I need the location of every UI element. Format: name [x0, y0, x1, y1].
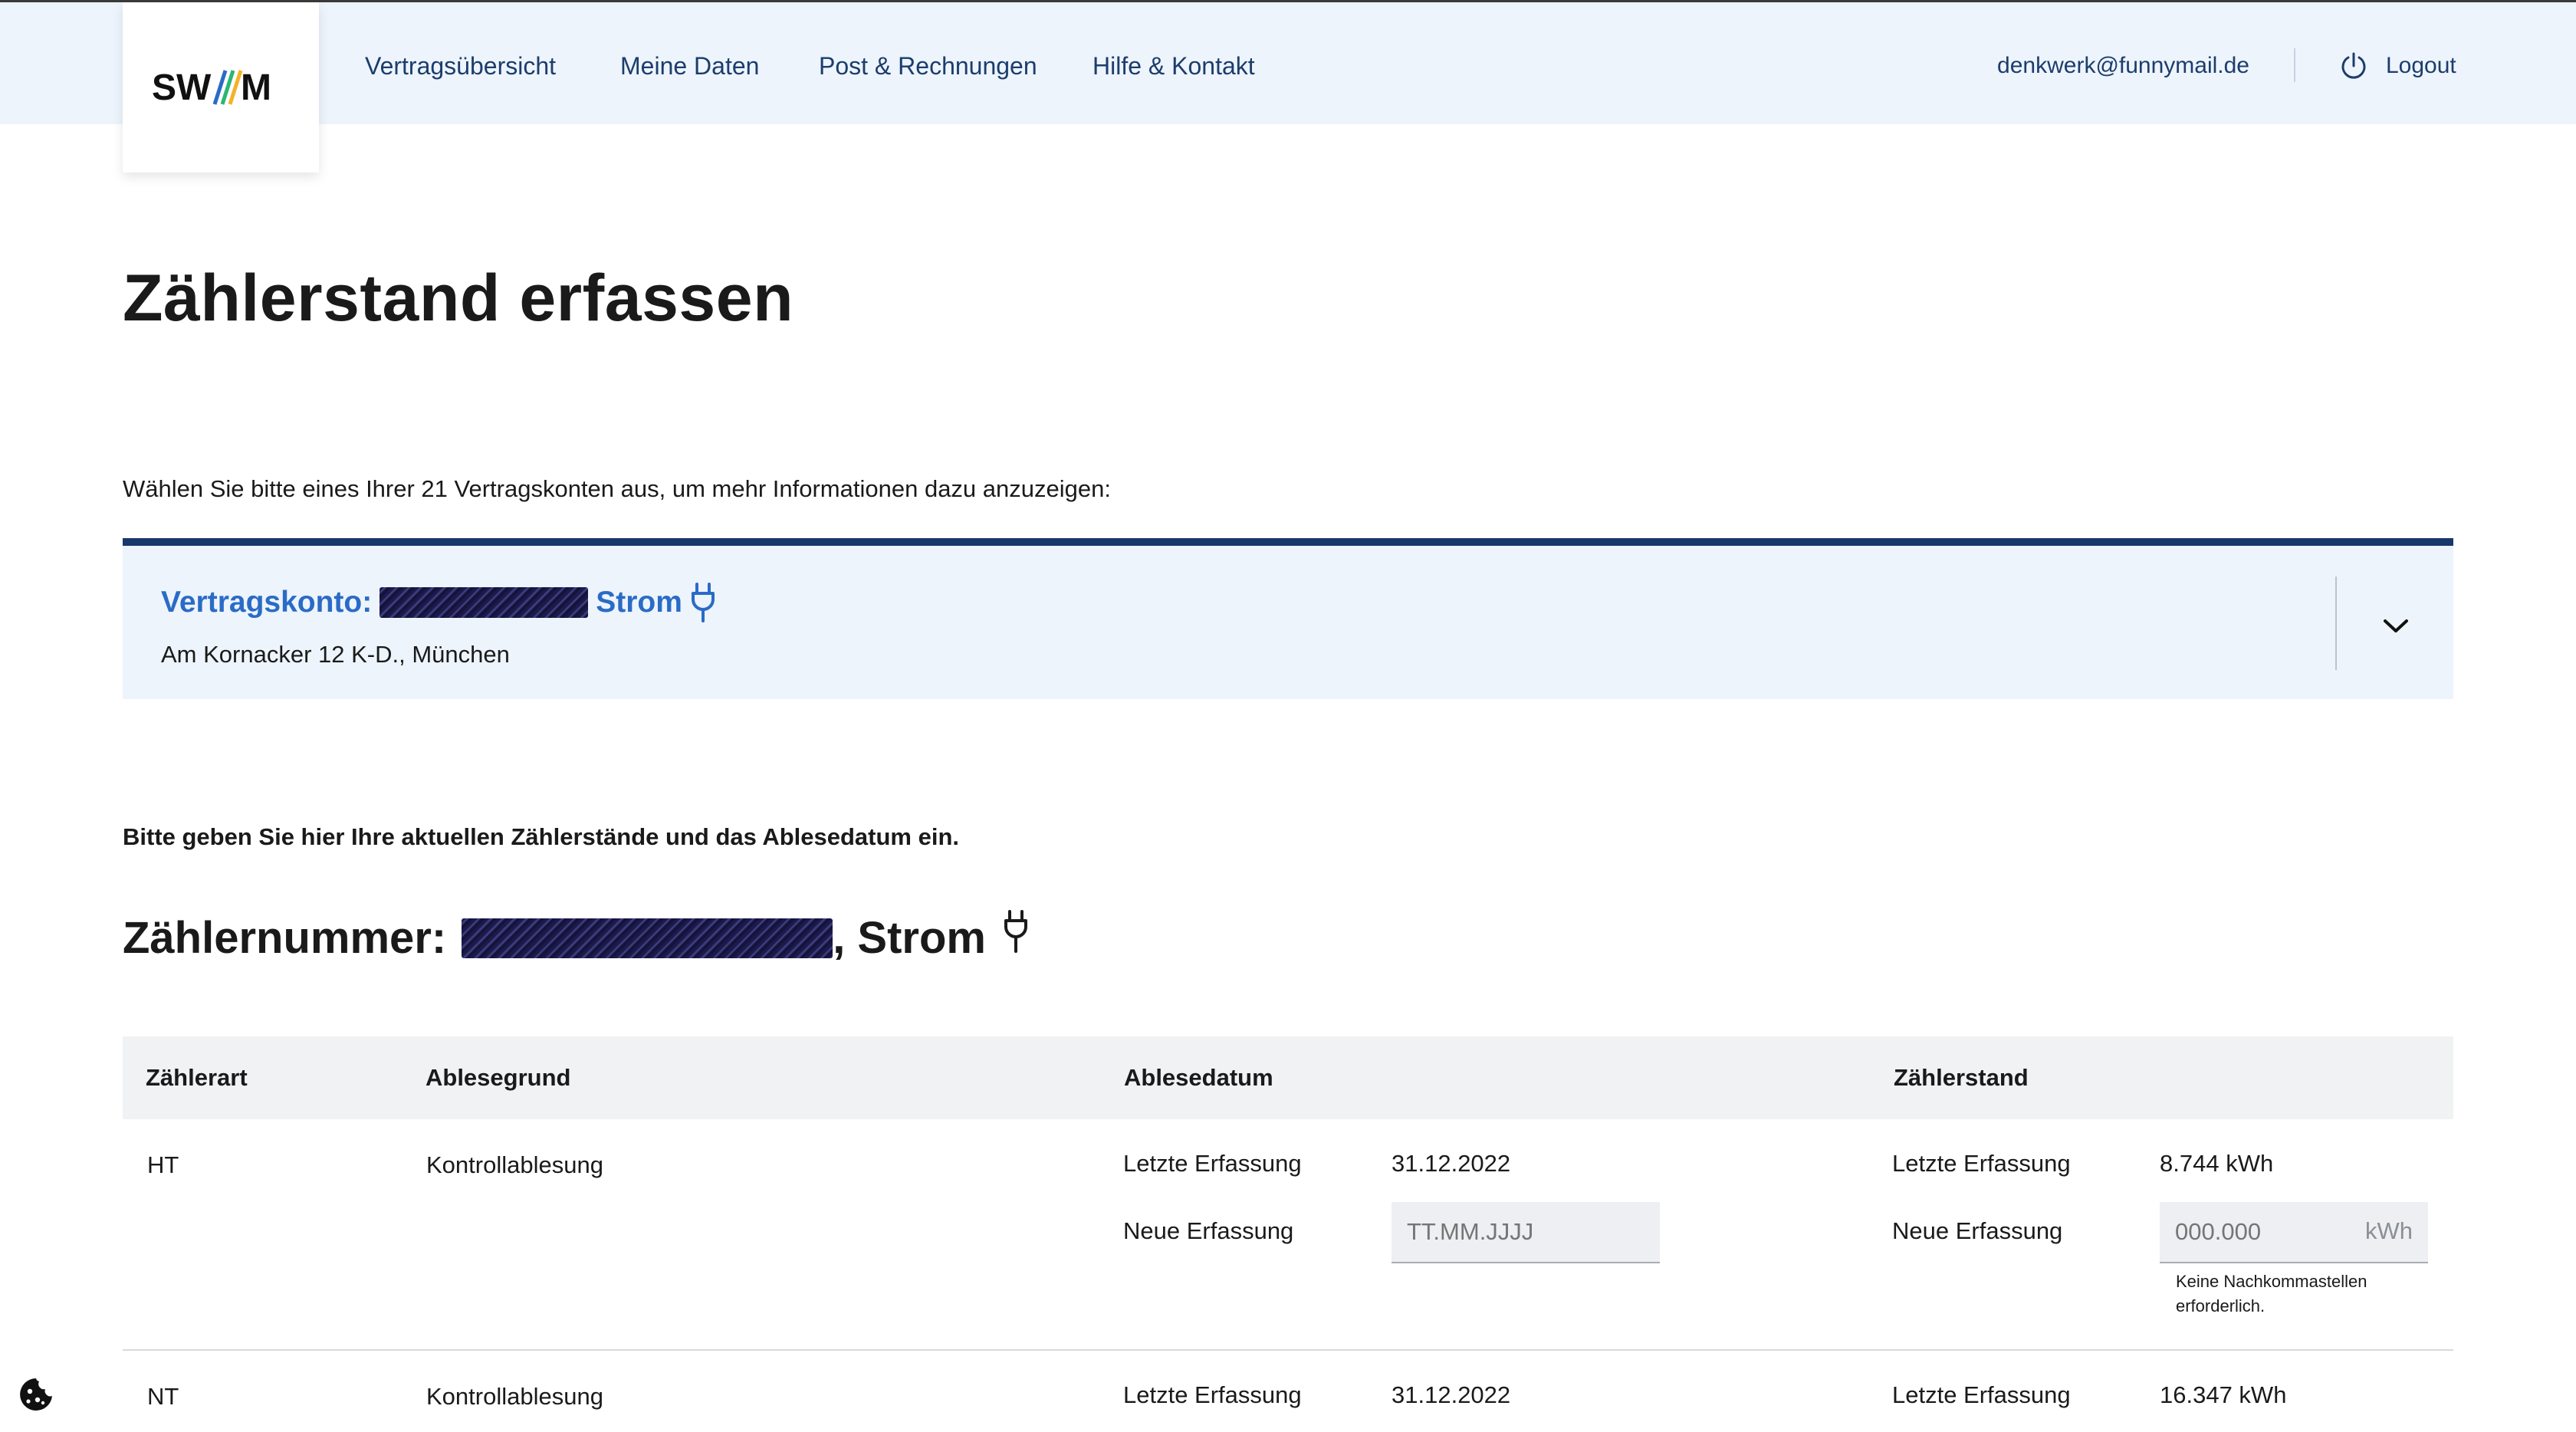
- meter-type: , Strom: [833, 913, 987, 963]
- swm-logo-icon: SW M: [152, 67, 271, 108]
- nav-post-rechnungen[interactable]: Post & Rechnungen: [819, 47, 1037, 85]
- last-reading-value: 8.744 kWh: [2160, 1150, 2274, 1177]
- expand-account-button[interactable]: [2361, 592, 2430, 661]
- instruction-text: Bitte geben Sie hier Ihre aktuellen Zähl…: [123, 823, 960, 850]
- nav-hilfe-kontakt[interactable]: Hilfe & Kontakt: [1092, 47, 1255, 85]
- reading-date-input[interactable]: [1392, 1202, 1660, 1263]
- cookie-icon: [15, 1374, 57, 1415]
- plug-icon: [690, 583, 716, 622]
- row-divider: [123, 1349, 2453, 1351]
- page-title: Zählerstand erfassen: [123, 261, 794, 335]
- column-header-zaehlerstand: Zählerstand: [1894, 1064, 2029, 1091]
- meter-heading: Zählernummer: , Strom: [123, 909, 1029, 964]
- kwh-unit: kWh: [2365, 1217, 2413, 1244]
- panel-divider: [2335, 576, 2337, 670]
- column-header-ablesegrund: Ablesegrund: [426, 1064, 571, 1091]
- last-date-label: Letzte Erfassung: [1123, 1150, 1302, 1177]
- user-email[interactable]: denkwerk@funnymail.de: [1997, 47, 2249, 85]
- last-reading-label: Letzte Erfassung: [1892, 1150, 2071, 1177]
- nav-vertragsuebersicht[interactable]: Vertragsübersicht: [365, 47, 556, 85]
- last-date-label: Letzte Erfassung: [1123, 1381, 1302, 1408]
- swm-logo[interactable]: SW M: [123, 2, 319, 172]
- logout-button[interactable]: Logout: [2338, 47, 2456, 85]
- row-meter-type: NT: [147, 1383, 179, 1410]
- cookie-settings-button[interactable]: [14, 1372, 58, 1417]
- svg-text:M: M: [241, 67, 271, 108]
- row-reason: Kontrollablesung: [426, 1383, 603, 1410]
- power-icon: [2341, 52, 2366, 79]
- last-reading-label: Letzte Erfassung: [1892, 1381, 2071, 1408]
- account-label: Vertragskonto:: [161, 586, 373, 619]
- top-navigation-bar: SW M Vertragsübersicht Meine Daten Post …: [0, 0, 2576, 172]
- header-divider: [2294, 48, 2295, 82]
- row-reason: Kontrollablesung: [426, 1151, 603, 1178]
- last-date-value: 31.12.2022: [1392, 1381, 1511, 1408]
- reading-hint: Keine Nachkommastellen erforderlich.: [2176, 1272, 2367, 1315]
- svg-text:SW: SW: [152, 67, 212, 108]
- column-header-zaehlerart: Zählerart: [146, 1064, 248, 1091]
- account-address: Am Kornacker 12 K-D., München: [161, 641, 510, 668]
- plug-icon: [1003, 909, 1029, 953]
- account-selector[interactable]: Vertragskonto: Strom Am Kornacker 12 K-D…: [123, 538, 2453, 699]
- row-meter-type: HT: [147, 1151, 179, 1178]
- account-title: Vertragskonto: Strom: [161, 583, 716, 622]
- redacted-account-number: [380, 587, 589, 618]
- nav-meine-daten[interactable]: Meine Daten: [620, 47, 759, 85]
- last-date-value: 31.12.2022: [1392, 1150, 1511, 1177]
- last-reading-value: 16.347 kWh: [2160, 1381, 2287, 1408]
- column-header-ablesedatum: Ablesedatum: [1124, 1064, 1273, 1091]
- table-header: Zählerart Ablesegrund Ablesedatum Zähler…: [123, 1036, 2453, 1119]
- new-date-label: Neue Erfassung: [1123, 1217, 1294, 1244]
- logout-label: Logout: [2386, 53, 2456, 78]
- account-intro-text: Wählen Sie bitte eines Ihrer 21 Vertrags…: [123, 475, 1111, 502]
- meter-label: Zählernummer:: [123, 913, 447, 963]
- redacted-meter-number: [462, 918, 833, 958]
- new-reading-label: Neue Erfassung: [1892, 1217, 2063, 1244]
- account-type: Strom: [596, 586, 682, 619]
- chevron-down-icon: [2384, 619, 2408, 632]
